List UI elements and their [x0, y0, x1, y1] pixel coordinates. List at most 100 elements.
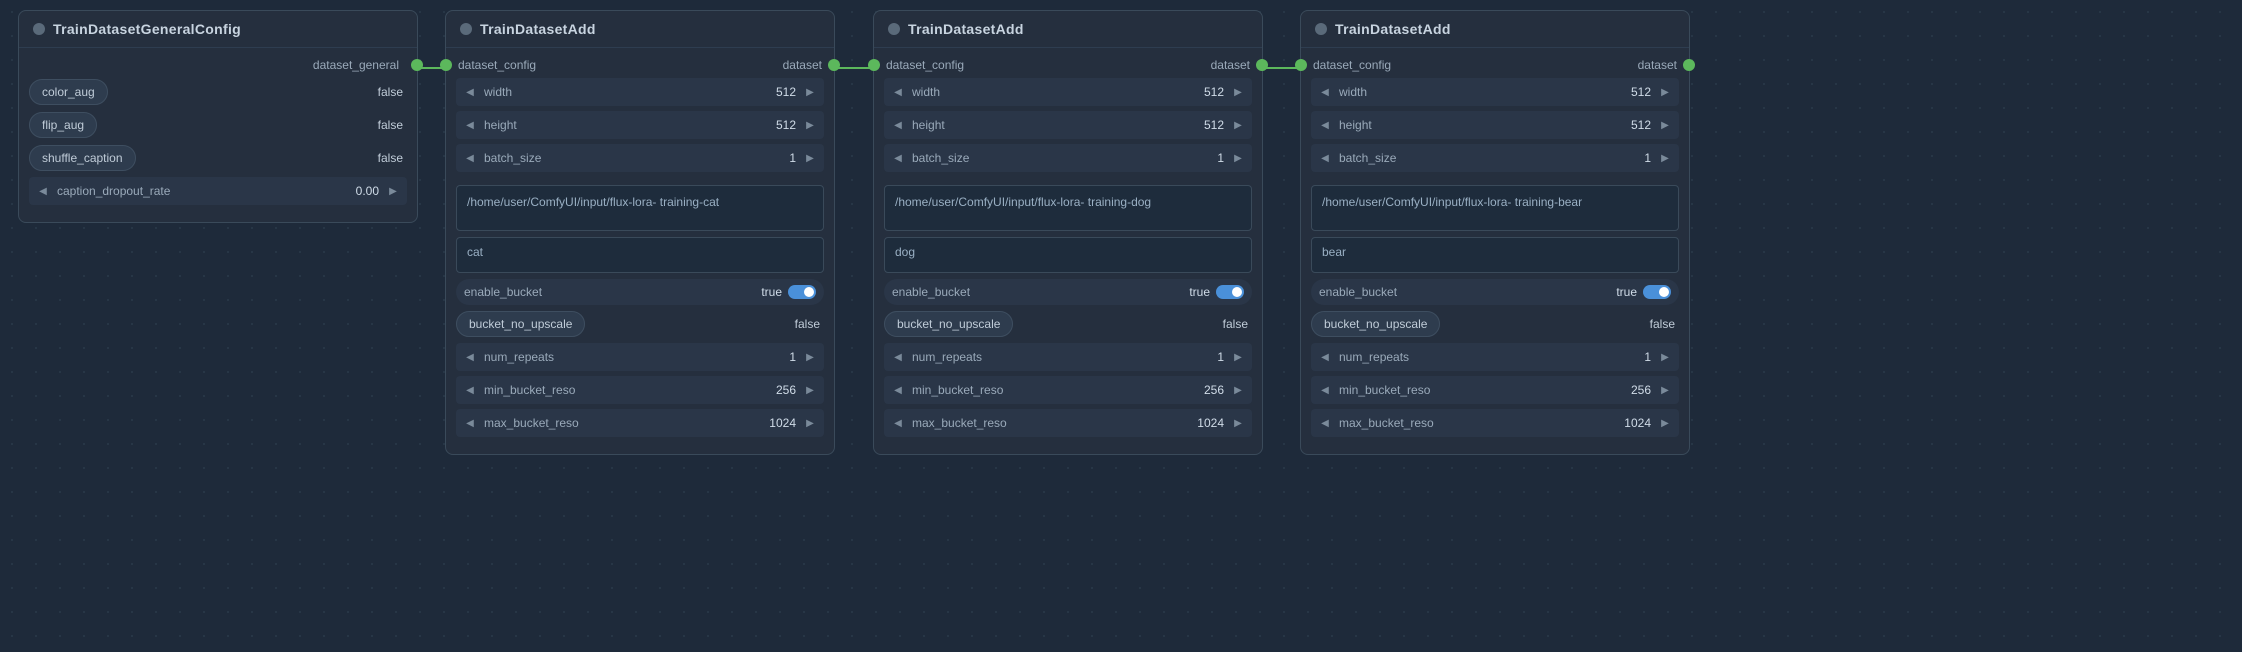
minbucket-left-2[interactable]: ◀ [460, 380, 480, 400]
output-socket-3[interactable] [1256, 59, 1268, 71]
maxbucket-right-2[interactable]: ▶ [800, 413, 820, 433]
stepper-height-2: ◀ height 512 ▶ [456, 111, 824, 139]
output-label-3: dataset [1211, 58, 1250, 72]
node-title-2: TrainDatasetAdd [480, 21, 596, 37]
stepper-numrepeats-3: ◀ num_repeats 1 ▶ [884, 343, 1252, 371]
width-right-4[interactable]: ▶ [1655, 82, 1675, 102]
minbucket-right-3[interactable]: ▶ [1228, 380, 1248, 400]
batchsize-left-arrow-2[interactable]: ◀ [460, 148, 480, 168]
batchsize-value-2: 1 [785, 151, 800, 165]
batchsize-label-2: batch_size [480, 151, 785, 165]
maxbucket-left-3[interactable]: ◀ [888, 413, 908, 433]
node-train-dataset-general-config: TrainDatasetGeneralConfig dataset_genera… [18, 10, 418, 223]
stepper-batchsize-4: ◀ batch_size 1 ▶ [1311, 144, 1679, 172]
path-box-4: /home/user/ComfyUI/input/flux-lora- trai… [1311, 185, 1679, 231]
output-label-2: dataset [783, 58, 822, 72]
batchsize-right-arrow-2[interactable]: ▶ [800, 148, 820, 168]
stepper-width-2: ◀ width 512 ▶ [456, 78, 824, 106]
output-socket-2[interactable] [828, 59, 840, 71]
width-left-3[interactable]: ◀ [888, 82, 908, 102]
node-body-3: dataset_config dataset ◀ width 512 ▶ ◀ h… [874, 48, 1262, 437]
input-socket-4[interactable] [1295, 59, 1307, 71]
toggle-switch-enable-bucket-2[interactable] [788, 285, 816, 299]
maxbucket-left-2[interactable]: ◀ [460, 413, 480, 433]
numrepeats-right-3[interactable]: ▶ [1228, 347, 1248, 367]
node-header-2: TrainDatasetAdd [446, 11, 834, 48]
node-train-dataset-add-cat: TrainDatasetAdd dataset_config dataset ◀… [445, 10, 835, 455]
stepper-left-arrow[interactable]: ◀ [33, 181, 53, 201]
height-left-3[interactable]: ◀ [888, 115, 908, 135]
width-right-arrow-2[interactable]: ▶ [800, 82, 820, 102]
node-body: dataset_general color_aug false flip_aug… [19, 48, 417, 205]
input-socket-2[interactable] [440, 59, 452, 71]
stepper-right-arrow[interactable]: ▶ [383, 181, 403, 201]
width-left-arrow-2[interactable]: ◀ [460, 82, 480, 102]
node-status-dot-2 [460, 23, 472, 35]
toggle-enable-bucket-3[interactable]: enable_bucket true [884, 279, 1252, 305]
height-right-3[interactable]: ▶ [1228, 115, 1248, 135]
stepper-caption-dropout: ◀ caption_dropout_rate 0.00 ▶ [29, 177, 407, 205]
height-left-arrow-2[interactable]: ◀ [460, 115, 480, 135]
width-right-3[interactable]: ▶ [1228, 82, 1248, 102]
color-aug-button[interactable]: color_aug [29, 79, 108, 105]
stepper-height-4: ◀ height 512 ▶ [1311, 111, 1679, 139]
height-right-4[interactable]: ▶ [1655, 115, 1675, 135]
toggle-switch-3[interactable] [1216, 285, 1244, 299]
width-left-4[interactable]: ◀ [1315, 82, 1335, 102]
output-label-4: dataset [1638, 58, 1677, 72]
maxbucket-left-4[interactable]: ◀ [1315, 413, 1335, 433]
numrepeats-left-4[interactable]: ◀ [1315, 347, 1335, 367]
stepper-height-3: ◀ height 512 ▶ [884, 111, 1252, 139]
toggle-enable-bucket-4[interactable]: enable_bucket true [1311, 279, 1679, 305]
node-body-2: dataset_config dataset ◀ width 512 ▶ ◀ h… [446, 48, 834, 437]
minbucket-right-2[interactable]: ▶ [800, 380, 820, 400]
bucket-noupscale-btn-4[interactable]: bucket_no_upscale [1311, 311, 1440, 337]
node-train-dataset-add-bear: TrainDatasetAdd dataset_config dataset ◀… [1300, 10, 1690, 455]
height-right-arrow-2[interactable]: ▶ [800, 115, 820, 135]
node-header-3: TrainDatasetAdd [874, 11, 1262, 48]
maxbucket-right-3[interactable]: ▶ [1228, 413, 1248, 433]
output-socket[interactable] [411, 59, 423, 71]
batchsize-left-4[interactable]: ◀ [1315, 148, 1335, 168]
field-row-bucket-noupscale-4: bucket_no_upscale false [1311, 310, 1679, 338]
node-status-dot [33, 23, 45, 35]
minbucket-left-4[interactable]: ◀ [1315, 380, 1335, 400]
minbucket-left-3[interactable]: ◀ [888, 380, 908, 400]
toggle-switch-4[interactable] [1643, 285, 1671, 299]
bucket-noupscale-btn-3[interactable]: bucket_no_upscale [884, 311, 1013, 337]
batchsize-right-4[interactable]: ▶ [1655, 148, 1675, 168]
height-value-2: 512 [772, 118, 800, 132]
stepper-value: 0.00 [352, 184, 383, 198]
bucket-noupscale-button-2[interactable]: bucket_no_upscale [456, 311, 585, 337]
width-value-2: 512 [772, 85, 800, 99]
field-row-bucket-noupscale-2: bucket_no_upscale false [456, 310, 824, 338]
stepper-width-3: ◀ width 512 ▶ [884, 78, 1252, 106]
field-row-shuffle-caption: shuffle_caption false [29, 144, 407, 172]
path-box-2: /home/user/ComfyUI/input/flux-lora- trai… [456, 185, 824, 231]
output-socket-4[interactable] [1683, 59, 1695, 71]
toggle-enable-bucket-2[interactable]: enable_bucket true [456, 279, 824, 305]
batchsize-left-3[interactable]: ◀ [888, 148, 908, 168]
node-body-4: dataset_config dataset ◀ width 512 ▶ ◀ h… [1301, 48, 1689, 437]
node-train-dataset-add-dog: TrainDatasetAdd dataset_config dataset ◀… [873, 10, 1263, 455]
input-label-2: dataset_config [458, 58, 536, 72]
input-socket-3[interactable] [868, 59, 880, 71]
width-label-2: width [480, 85, 772, 99]
numrepeats-left-3[interactable]: ◀ [888, 347, 908, 367]
shuffle-caption-button[interactable]: shuffle_caption [29, 145, 136, 171]
height-label-2: height [480, 118, 772, 132]
stepper-width-4: ◀ width 512 ▶ [1311, 78, 1679, 106]
flip-aug-button[interactable]: flip_aug [29, 112, 97, 138]
caption-box-4: bear [1311, 237, 1679, 273]
numrepeats-right-4[interactable]: ▶ [1655, 347, 1675, 367]
flip-aug-value: false [378, 118, 407, 132]
batchsize-right-3[interactable]: ▶ [1228, 148, 1248, 168]
numrepeats-left-2[interactable]: ◀ [460, 347, 480, 367]
shuffle-caption-value: false [378, 151, 407, 165]
numrepeats-right-2[interactable]: ▶ [800, 347, 820, 367]
caption-box-2: cat [456, 237, 824, 273]
minbucket-right-4[interactable]: ▶ [1655, 380, 1675, 400]
height-left-4[interactable]: ◀ [1315, 115, 1335, 135]
maxbucket-right-4[interactable]: ▶ [1655, 413, 1675, 433]
caption-box-3: dog [884, 237, 1252, 273]
